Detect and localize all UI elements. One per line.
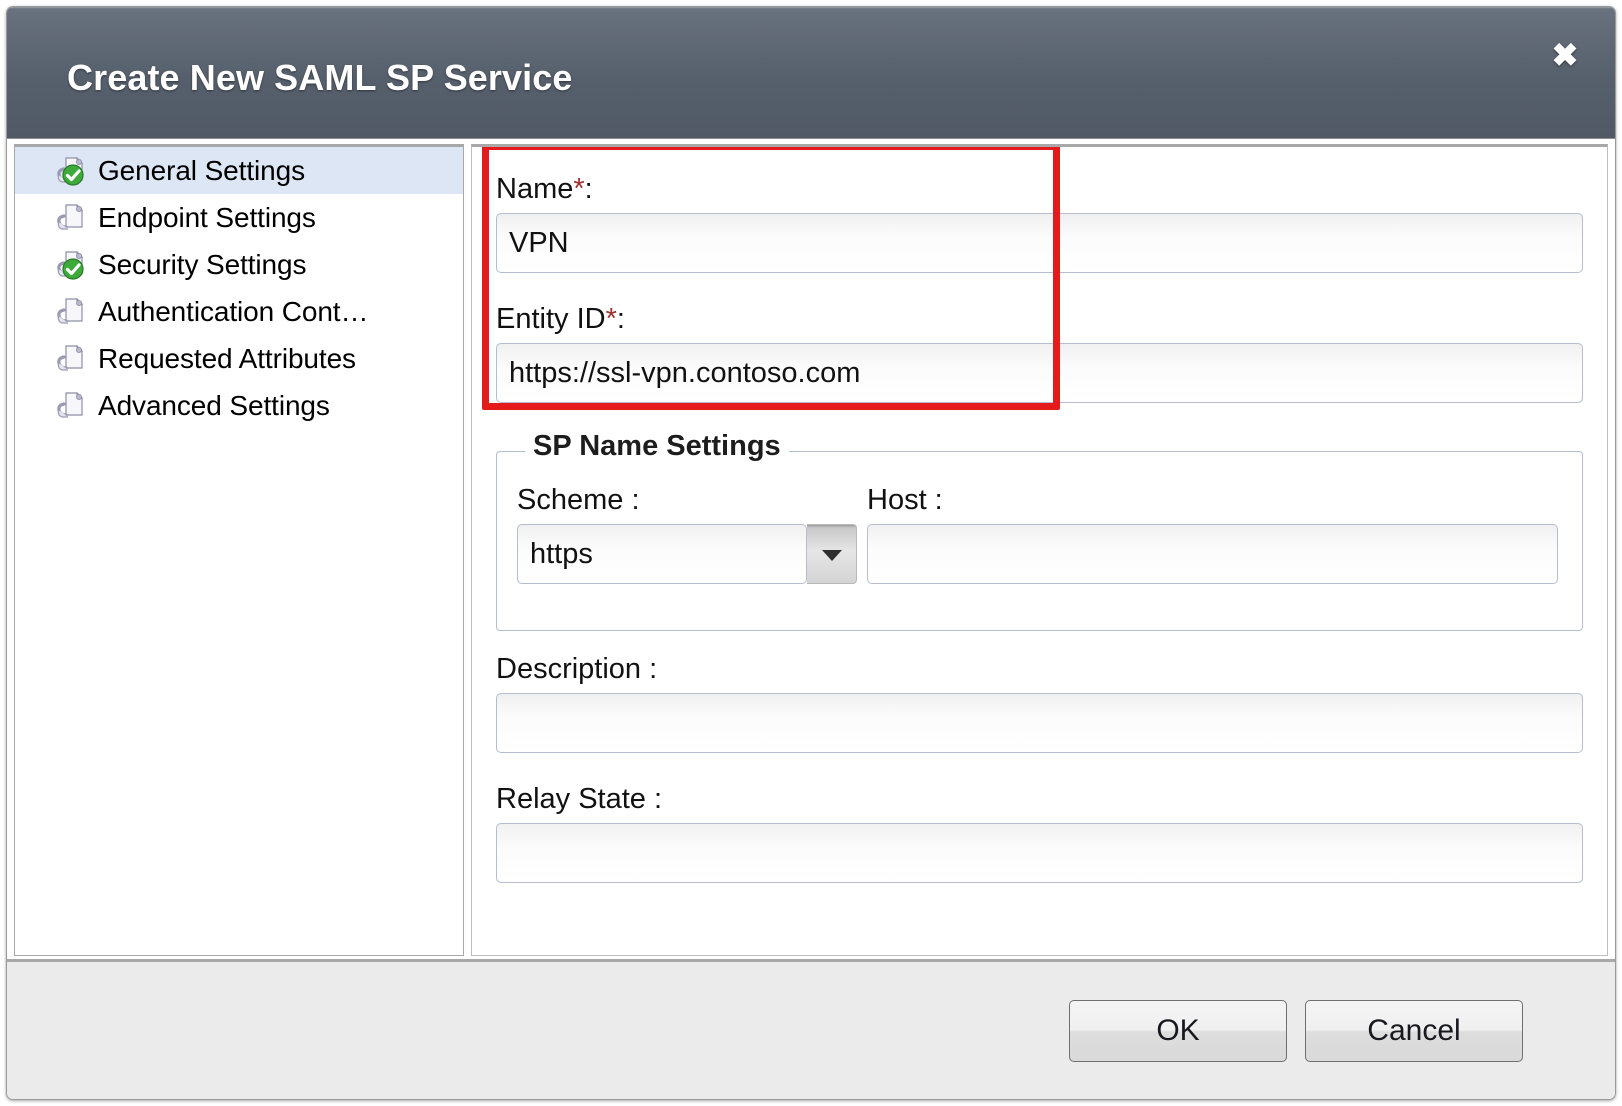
dialog-titlebar: Create New SAML SP Service ✖ — [7, 7, 1615, 139]
host-field-group: Host : — [867, 484, 1558, 584]
relay-state-field-group: Relay State : — [496, 783, 1583, 883]
sidebar-item-requested-attributes[interactable]: Requested Attributes — [15, 335, 463, 382]
sp-name-settings-group: SP Name Settings Scheme : https Host : — [496, 451, 1583, 631]
saml-service-icon — [53, 342, 87, 376]
name-label: Name*: — [496, 173, 1583, 206]
host-input[interactable] — [867, 524, 1558, 584]
sp-name-settings-legend: SP Name Settings — [525, 430, 789, 463]
scheme-field-group: Scheme : https — [517, 484, 857, 589]
saml-service-check-icon — [53, 248, 87, 282]
entity-id-field-group: Entity ID*: — [496, 303, 1583, 403]
description-input[interactable] — [496, 693, 1583, 753]
general-settings-panel: Name*: Entity ID*: SP Name Settings Sche… — [471, 144, 1608, 956]
dialog-body: General Settings Endpoint Settings — [7, 140, 1615, 959]
host-label: Host : — [867, 484, 1558, 517]
saml-service-icon — [53, 201, 87, 235]
sidebar-item-general-settings[interactable]: General Settings — [15, 147, 463, 194]
sidebar-item-label: Advanced Settings — [98, 390, 330, 422]
required-asterisk: * — [573, 173, 584, 205]
dialog-footer: OK Cancel — [7, 959, 1615, 1099]
relay-state-label: Relay State : — [496, 783, 1583, 816]
cancel-button[interactable]: Cancel — [1305, 1000, 1523, 1062]
sidebar-item-advanced-settings[interactable]: Advanced Settings — [15, 382, 463, 429]
ok-button[interactable]: OK — [1069, 1000, 1287, 1062]
name-field-group: Name*: — [496, 173, 1583, 273]
create-saml-sp-service-dialog: Create New SAML SP Service ✖ — [6, 6, 1616, 1100]
scheme-select[interactable]: https — [517, 524, 857, 584]
name-input[interactable] — [496, 213, 1583, 273]
scheme-label: Scheme : — [517, 484, 857, 517]
description-field-group: Description : — [496, 653, 1583, 753]
sidebar-item-label: General Settings — [98, 155, 305, 187]
sidebar-item-label: Authentication Cont… — [98, 296, 368, 328]
entity-id-input[interactable] — [496, 343, 1583, 403]
sidebar-item-security-settings[interactable]: Security Settings — [15, 241, 463, 288]
saml-service-icon — [53, 389, 87, 423]
description-label: Description : — [496, 653, 1583, 686]
dialog-title: Create New SAML SP Service — [67, 57, 573, 99]
settings-nav-sidebar: General Settings Endpoint Settings — [14, 144, 464, 956]
saml-service-icon — [53, 295, 87, 329]
entity-id-label: Entity ID*: — [496, 303, 1583, 336]
sidebar-item-authentication-context[interactable]: Authentication Cont… — [15, 288, 463, 335]
sidebar-item-label: Endpoint Settings — [98, 202, 316, 234]
close-icon[interactable]: ✖ — [1543, 33, 1587, 77]
scheme-select-value: https — [517, 524, 807, 584]
required-asterisk: * — [606, 303, 617, 335]
sidebar-item-endpoint-settings[interactable]: Endpoint Settings — [15, 194, 463, 241]
sidebar-item-label: Security Settings — [98, 249, 306, 281]
relay-state-input[interactable] — [496, 823, 1583, 883]
chevron-down-icon[interactable] — [807, 524, 857, 584]
saml-service-check-icon — [53, 154, 87, 188]
sidebar-item-label: Requested Attributes — [98, 343, 356, 375]
